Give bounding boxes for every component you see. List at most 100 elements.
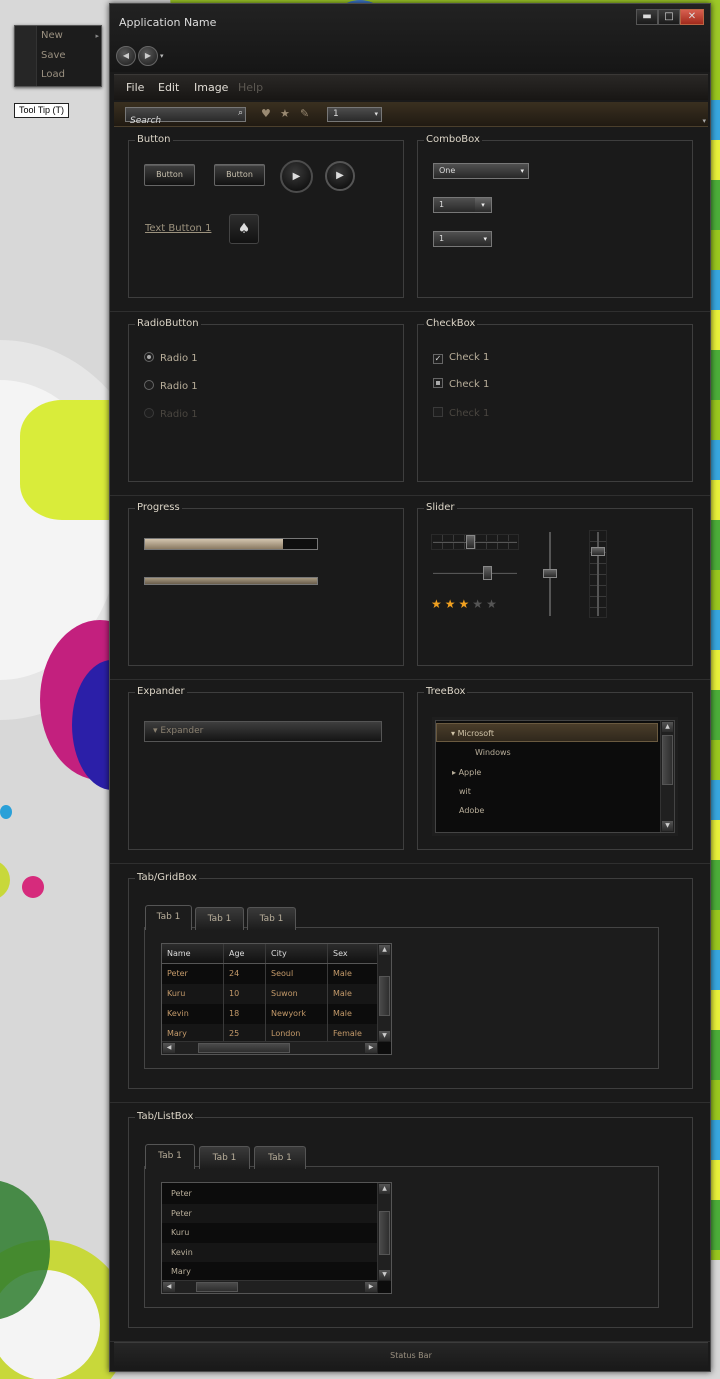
list-item[interactable]: Kevin <box>162 1242 378 1262</box>
tree-expand-icon[interactable]: ▾ <box>451 729 455 738</box>
star-icon[interactable]: ★ <box>486 597 500 611</box>
tree-item-windows[interactable]: Windows <box>436 743 658 762</box>
star-icon[interactable]: ★ <box>280 107 290 120</box>
play-button-large[interactable]: ▶ <box>280 160 313 193</box>
maximize-button[interactable]: □ <box>658 9 680 25</box>
scroll-up-icon[interactable]: ▲ <box>379 945 390 955</box>
spade-icon[interactable]: ♠ <box>229 214 259 244</box>
list-tab-1[interactable]: Tab 1 <box>145 1144 195 1169</box>
list-tab-2[interactable]: Tab 1 <box>199 1146 250 1169</box>
menu-image[interactable]: Image <box>194 81 228 94</box>
grid-tab-2[interactable]: Tab 1 <box>195 907 244 930</box>
close-button[interactable]: ✕ <box>680 9 704 25</box>
forward-button[interactable]: ▶ <box>138 46 158 66</box>
menu-edit[interactable]: Edit <box>158 81 179 94</box>
grid-vertical-scrollbar[interactable]: ▲ ▼ <box>377 944 391 1042</box>
toolbar-overflow-icon[interactable]: ▾ <box>702 117 706 125</box>
scroll-thumb[interactable] <box>198 1043 290 1053</box>
button-2[interactable]: Button <box>214 164 265 186</box>
grid-tab-3[interactable]: Tab 1 <box>247 907 296 930</box>
star-icon[interactable]: ★ <box>431 597 445 611</box>
scroll-thumb[interactable] <box>379 1211 390 1255</box>
heart-icon[interactable]: ♥ <box>261 107 271 120</box>
scroll-left-icon[interactable]: ◀ <box>163 1282 175 1292</box>
vertical-slider-2[interactable] <box>589 530 607 618</box>
history-dropdown-icon[interactable]: ▾ <box>160 52 164 60</box>
scroll-thumb[interactable] <box>662 735 673 785</box>
expander-header[interactable]: ▾ Expander <box>144 721 382 742</box>
grid-column-header[interactable]: Sex <box>328 944 378 963</box>
combobox-three[interactable]: 1 ▾ <box>433 231 492 247</box>
tree-collapse-icon[interactable]: ▸ <box>452 768 456 777</box>
context-menu-item-load[interactable]: Load <box>41 66 99 84</box>
list-item[interactable]: Mary <box>162 1262 378 1281</box>
tree-item-microsoft[interactable]: ▾ Microsoft <box>436 723 658 742</box>
list-item[interactable]: Peter <box>162 1184 378 1203</box>
grid-column-header[interactable]: Age <box>224 944 266 963</box>
slider-thumb[interactable] <box>483 566 493 580</box>
scroll-up-icon[interactable]: ▲ <box>379 1184 390 1194</box>
star-rating[interactable]: ★★★★★ <box>431 597 500 611</box>
search-input[interactable] <box>126 114 226 128</box>
toolbar-combo-value: 1 <box>333 109 339 119</box>
chevron-down-icon: ▾ <box>374 110 378 118</box>
menu-file[interactable]: File <box>126 81 144 94</box>
scroll-left-icon[interactable]: ◀ <box>163 1043 175 1053</box>
scroll-down-icon[interactable]: ▼ <box>662 821 673 831</box>
horizontal-slider-2[interactable] <box>431 564 519 582</box>
table-row[interactable]: Peter 24 Seoul Male <box>162 964 378 984</box>
tree-item-adobe[interactable]: Adobe <box>436 801 658 820</box>
list-vertical-scrollbar[interactable]: ▲ ▼ <box>377 1183 391 1281</box>
list-item[interactable]: Peter <box>162 1203 378 1223</box>
table-cell: Male <box>333 1009 352 1018</box>
radio-option-1[interactable]: Radio 1 <box>144 352 198 364</box>
context-menu-item-save[interactable]: Save <box>41 47 99 65</box>
combobox-value: 1 <box>439 200 445 209</box>
tree-vertical-scrollbar[interactable]: ▲ ▼ <box>660 721 674 832</box>
back-button[interactable]: ◀ <box>116 46 136 66</box>
table-row[interactable]: Kevin 18 Newyork Male <box>162 1004 378 1024</box>
grid-column-header[interactable]: City <box>266 944 328 963</box>
search-icon[interactable]: ⌕ <box>238 108 243 118</box>
slider-thumb[interactable] <box>591 547 605 556</box>
scroll-up-icon[interactable]: ▲ <box>662 722 673 732</box>
checkbox-1[interactable]: ✓ Check 1 <box>433 352 489 364</box>
combobox-one[interactable]: One ▾ <box>433 163 529 179</box>
vertical-slider-1[interactable] <box>541 530 559 618</box>
toolbar-combo[interactable]: 1 ▾ <box>327 107 382 122</box>
button-1[interactable]: Button <box>144 164 195 186</box>
star-icon[interactable]: ★ <box>445 597 459 611</box>
tree-item-label: wit <box>459 787 471 796</box>
slider-thumb[interactable] <box>465 535 475 549</box>
checkbox-2[interactable]: Check 1 <box>433 378 489 390</box>
scroll-down-icon[interactable]: ▼ <box>379 1270 390 1280</box>
scroll-down-icon[interactable]: ▼ <box>379 1031 390 1041</box>
horizontal-slider-1[interactable] <box>431 533 519 551</box>
text-button[interactable]: Text Button 1 <box>145 223 211 234</box>
scroll-right-icon[interactable]: ▶ <box>365 1043 377 1053</box>
tree-item-wit[interactable]: wit <box>436 782 658 801</box>
submenu-arrow-icon: ▸ <box>95 32 99 40</box>
list-horizontal-scrollbar[interactable]: ◀ ▶ <box>162 1280 378 1293</box>
slider-thumb[interactable] <box>543 569 557 578</box>
tree-item-apple[interactable]: ▸ Apple <box>436 763 658 782</box>
radio-option-2[interactable]: Radio 1 <box>144 380 198 392</box>
combobox-two[interactable]: 1 ▾ <box>433 197 492 213</box>
title-bar[interactable]: Application Name ▬ □ ✕ ◀ ▶ ▾ <box>110 4 710 72</box>
minimize-button[interactable]: ▬ <box>636 9 658 25</box>
context-menu-item-new[interactable]: New ▸ <box>41 27 99 45</box>
scroll-thumb[interactable] <box>379 976 390 1016</box>
list-tab-3[interactable]: Tab 1 <box>254 1146 306 1169</box>
chevron-down-icon: ▾ <box>483 235 487 243</box>
play-button-small[interactable]: ▶ <box>325 161 355 191</box>
star-icon[interactable]: ★ <box>459 597 473 611</box>
grid-tab-1[interactable]: Tab 1 <box>145 905 192 930</box>
star-icon[interactable]: ★ <box>472 597 486 611</box>
table-row[interactable]: Kuru 10 Suwon Male <box>162 984 378 1004</box>
grid-column-header[interactable]: Name <box>162 944 224 963</box>
leaf-icon[interactable]: ✎ <box>300 107 309 120</box>
scroll-thumb[interactable] <box>196 1282 238 1292</box>
grid-horizontal-scrollbar[interactable]: ◀ ▶ <box>162 1041 378 1054</box>
scroll-right-icon[interactable]: ▶ <box>365 1282 377 1292</box>
list-item[interactable]: Kuru <box>162 1223 378 1242</box>
